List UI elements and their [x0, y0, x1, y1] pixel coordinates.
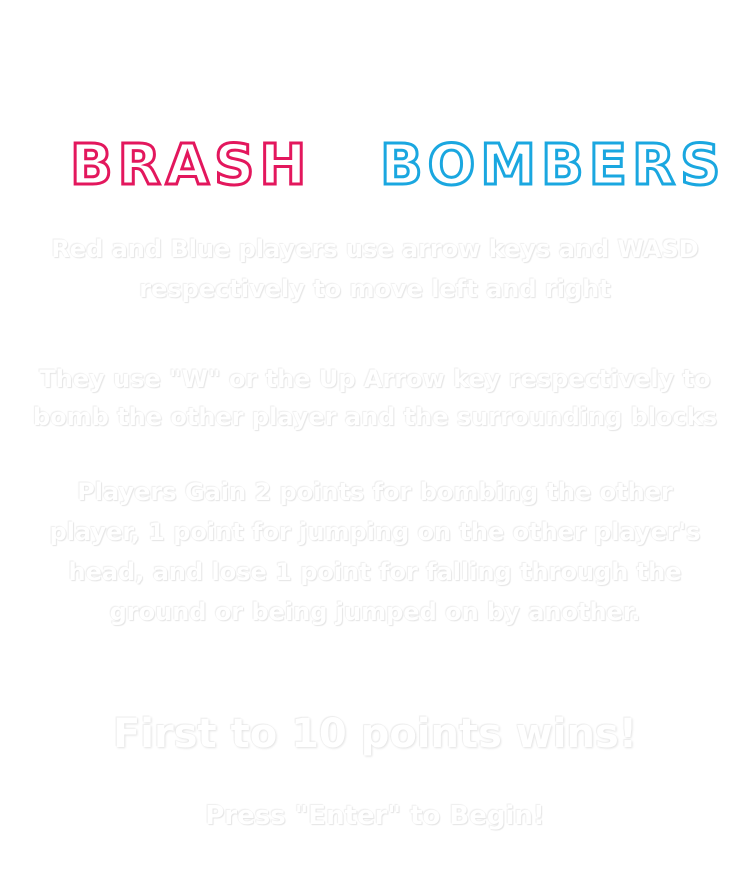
title-word-bombers: BOMBERS [378, 133, 726, 198]
title-word-brash: BRASH [68, 133, 312, 198]
win-condition-text: First to 10 points wins! [112, 711, 638, 757]
start-screen: BRASH BOMBERS Red and Blue players use a… [0, 0, 750, 875]
start-prompt[interactable]: Press "Enter" to Begin! [0, 796, 750, 836]
bombing-instructions: They use "W" or the Up Arrow key respect… [33, 365, 717, 431]
scoring-instructions: Players Gain 2 points for bombing the ot… [49, 478, 701, 626]
movement-instructions: Red and Blue players use arrow keys and … [51, 235, 699, 303]
